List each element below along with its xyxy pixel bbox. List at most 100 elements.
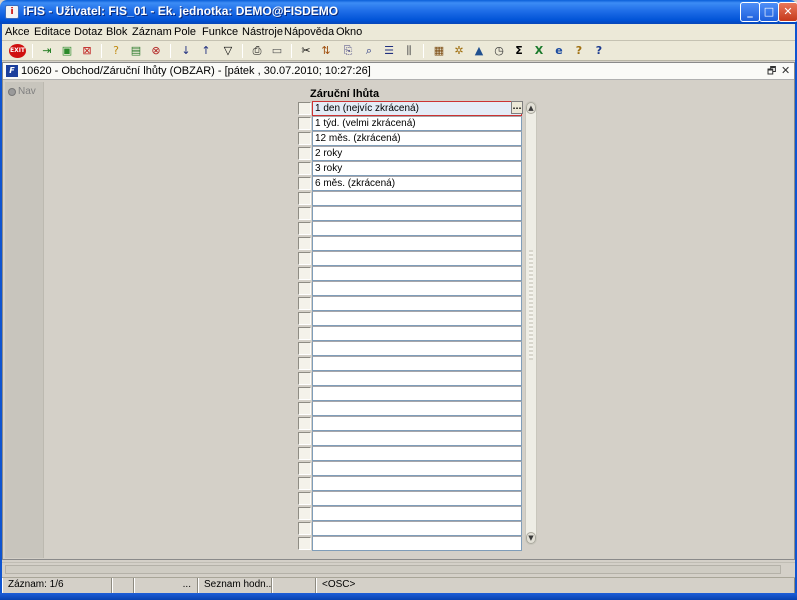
copy-icon[interactable]: ⇅ (318, 43, 334, 59)
zarucni-lhuta-cell[interactable] (312, 266, 522, 281)
print-icon[interactable]: ⎙ (249, 43, 265, 59)
paste-icon[interactable]: ⎘ (340, 43, 356, 59)
row-selector[interactable] (298, 312, 311, 325)
exit-icon[interactable]: EXIT (9, 44, 26, 58)
list-of-values-button[interactable]: ... (511, 101, 523, 114)
scrollbar-thumb[interactable] (529, 250, 533, 360)
zarucni-lhuta-cell[interactable] (312, 341, 522, 356)
row-selector[interactable] (298, 117, 311, 130)
row-selector[interactable] (298, 297, 311, 310)
insert-record-icon[interactable]: ▣ (59, 43, 75, 59)
sort-asc-icon[interactable]: ↓ (178, 43, 194, 59)
row-selector[interactable] (298, 432, 311, 445)
save-icon[interactable]: ⇥ (39, 43, 55, 59)
clock-icon[interactable]: ◷ (491, 43, 507, 59)
cut-icon[interactable]: ✂ (298, 43, 314, 59)
sum-icon[interactable]: Σ (511, 43, 527, 59)
zarucni-lhuta-cell[interactable]: 12 měs. (zkrácená) (312, 131, 522, 146)
row-selector[interactable] (298, 252, 311, 265)
zarucni-lhuta-cell[interactable] (312, 191, 522, 206)
ie-icon[interactable]: e (551, 43, 567, 59)
excel-icon[interactable]: X (531, 43, 547, 59)
tools-icon[interactable]: ✲ (451, 43, 467, 59)
row-selector[interactable] (298, 192, 311, 205)
zarucni-lhuta-cell[interactable] (312, 476, 522, 491)
menu-blok[interactable]: Blok (106, 26, 127, 38)
chart-icon[interactable]: ▲ (471, 43, 487, 59)
zarucni-lhuta-cell[interactable] (312, 326, 522, 341)
ifis-app-icon[interactable]: i (5, 5, 19, 19)
zarucni-lhuta-cell[interactable] (312, 221, 522, 236)
zarucni-lhuta-cell[interactable]: 1 den (nejvíc zkrácená) (312, 101, 522, 116)
horizontal-scrollbar[interactable] (2, 562, 795, 576)
scroll-down-icon[interactable]: ▼ (526, 532, 536, 544)
zarucni-lhuta-cell[interactable] (312, 506, 522, 521)
execute-query-icon[interactable]: ▤ (128, 43, 144, 59)
row-selector[interactable] (298, 222, 311, 235)
row-selector[interactable] (298, 267, 311, 280)
cancel-query-icon[interactable]: ⊗ (148, 43, 164, 59)
row-selector[interactable] (298, 282, 311, 295)
zarucni-lhuta-cell[interactable] (312, 281, 522, 296)
form-title-bar[interactable]: F 10620 - Obchod/Záruční lhůty (OBZAR) -… (3, 63, 794, 80)
zarucni-lhuta-cell[interactable] (312, 416, 522, 431)
row-selector[interactable] (298, 147, 311, 160)
row-selector[interactable] (298, 207, 311, 220)
row-selector[interactable] (298, 522, 311, 535)
menu-okno[interactable]: Okno (336, 26, 362, 38)
row-selector[interactable] (298, 402, 311, 415)
minimize-button[interactable]: _ (740, 2, 760, 22)
maximize-button[interactable]: □ (759, 2, 779, 22)
zarucni-lhuta-cell[interactable] (312, 431, 522, 446)
zarucni-lhuta-cell[interactable] (312, 371, 522, 386)
zarucni-lhuta-cell[interactable] (312, 251, 522, 266)
menu-editace[interactable]: Editace (34, 26, 71, 38)
zarucni-lhuta-cell[interactable] (312, 536, 522, 551)
menu-pole[interactable]: Pole (174, 26, 196, 38)
row-selector[interactable] (298, 327, 311, 340)
zarucni-lhuta-cell[interactable] (312, 401, 522, 416)
row-selector[interactable] (298, 237, 311, 250)
find-icon[interactable]: ⌕ (361, 43, 377, 59)
vertical-scrollbar[interactable]: ▲ ▼ (525, 101, 537, 545)
row-selector[interactable] (298, 162, 311, 175)
form-restore-icon[interactable]: 🗗 (767, 64, 779, 77)
zarucni-lhuta-cell[interactable] (312, 461, 522, 476)
row-selector[interactable] (298, 417, 311, 430)
row-selector[interactable] (298, 342, 311, 355)
zarucni-lhuta-cell[interactable] (312, 356, 522, 371)
menu-nastroje[interactable]: Nástroje (242, 26, 283, 38)
row-selector[interactable] (298, 387, 311, 400)
zarucni-lhuta-cell[interactable] (312, 446, 522, 461)
form-close-icon[interactable]: ✕ (781, 64, 793, 77)
print-preview-icon[interactable]: ▭ (269, 43, 285, 59)
sort-desc-icon[interactable]: ↑ (198, 43, 214, 59)
window-title-bar[interactable]: i iFIS - Uživatel: FIS_01 - Ek. jednotka… (0, 0, 797, 24)
menu-napoveda[interactable]: Nápověda (284, 26, 334, 38)
enter-query-icon[interactable]: ? (108, 43, 124, 59)
row-selector[interactable] (298, 372, 311, 385)
zarucni-lhuta-cell[interactable]: 3 roky (312, 161, 522, 176)
zarucni-lhuta-cell[interactable] (312, 296, 522, 311)
zarucni-lhuta-cell[interactable] (312, 491, 522, 506)
zarucni-lhuta-cell[interactable] (312, 386, 522, 401)
list-icon[interactable]: ☰ (381, 43, 397, 59)
menu-zaznam[interactable]: Záznam (132, 26, 172, 38)
zarucni-lhuta-cell[interactable] (312, 236, 522, 251)
menu-dotaz[interactable]: Dotaz (74, 26, 103, 38)
zarucni-lhuta-cell[interactable]: 2 roky (312, 146, 522, 161)
menu-akce[interactable]: Akce (5, 26, 29, 38)
help-cursor-icon[interactable]: ? (571, 43, 587, 59)
close-button[interactable]: ✕ (778, 2, 797, 22)
zarucni-lhuta-cell[interactable] (312, 521, 522, 536)
scroll-up-icon[interactable]: ▲ (526, 102, 536, 114)
row-selector[interactable] (298, 357, 311, 370)
zarucni-lhuta-cell[interactable] (312, 311, 522, 326)
row-selector[interactable] (298, 492, 311, 505)
zarucni-lhuta-cell[interactable]: 1 týd. (velmi zkrácená) (312, 116, 522, 131)
zarucni-lhuta-cell[interactable] (312, 206, 522, 221)
row-selector[interactable] (298, 132, 311, 145)
row-selector[interactable] (298, 462, 311, 475)
zarucni-lhuta-cell[interactable]: 6 měs. (zkrácená) (312, 176, 522, 191)
row-selector[interactable] (298, 177, 311, 190)
